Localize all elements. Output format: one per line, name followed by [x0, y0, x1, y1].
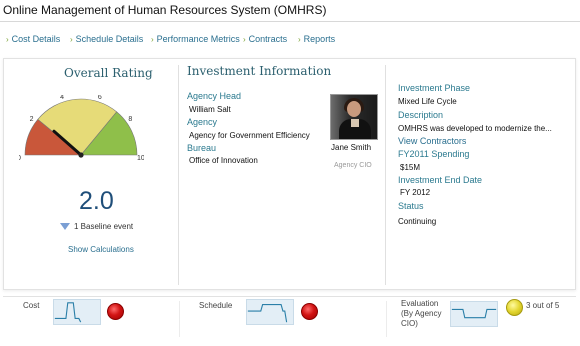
end-date-value: FY 2012	[400, 188, 431, 197]
nav-contracts[interactable]: › Contracts	[243, 34, 287, 44]
evaluation-status-indicator	[506, 299, 523, 316]
triangle-down-icon	[60, 223, 70, 230]
nav-reports-label[interactable]: Reports	[304, 34, 336, 44]
overall-rating-value: 2.0	[79, 187, 114, 215]
schedule-status-indicator	[301, 303, 318, 320]
nav-schedule-details-label[interactable]: Schedule Details	[76, 34, 144, 44]
rating-gauge: 0 2 4 6 8 10	[19, 95, 144, 162]
cio-photo	[330, 94, 378, 140]
evaluation-sparkline	[450, 301, 498, 327]
evaluation-label-line-2: (By Agency	[401, 309, 442, 318]
investment-phase-value: Mixed Life Cycle	[398, 97, 457, 106]
agency-head-label: Agency Head	[187, 91, 242, 101]
schedule-sparkline	[246, 299, 294, 325]
end-date-label: Investment End Date	[398, 175, 483, 185]
nav-contracts-label[interactable]: Contracts	[249, 34, 288, 44]
gauge-tick-label: 0	[19, 155, 21, 162]
investment-info-title: Investment Information	[187, 64, 332, 78]
nav-performance-metrics[interactable]: › Performance Metrics	[151, 34, 240, 44]
cio-role: Agency CIO	[334, 162, 372, 169]
cost-label: Cost	[23, 301, 40, 310]
agency-head-value: William Salt	[189, 105, 231, 114]
chevron-right-icon: ›	[6, 35, 9, 44]
bureau-label: Bureau	[187, 143, 217, 153]
agency-value: Agency for Government Efficiency	[189, 131, 310, 140]
status-label: Status	[398, 201, 424, 211]
nav-bar: › Cost Details › Schedule Details › Perform…	[0, 30, 580, 50]
main-panel: Overall Rating 0 2 4 6 8 10 2.0 1 Baseline ev…	[3, 58, 576, 290]
app-title: Online Management of Human Resources Sys…	[3, 3, 327, 17]
spending-label: FY2011 Spending	[398, 149, 470, 159]
chevron-right-icon: ›	[243, 35, 246, 44]
divider	[179, 301, 180, 337]
divider	[385, 65, 386, 285]
gauge-tick-label: 4	[60, 95, 64, 101]
chevron-right-icon: ›	[151, 35, 154, 44]
divider	[386, 301, 387, 337]
agency-label: Agency	[187, 117, 218, 127]
description-label: Description	[398, 110, 444, 120]
nav-schedule-details[interactable]: › Schedule Details	[70, 34, 143, 44]
baseline-event: 1 Baseline event	[60, 222, 133, 231]
evaluation-score: 3 out of 5	[526, 301, 560, 310]
baseline-event-text: 1 Baseline event	[74, 222, 134, 231]
nav-cost-details[interactable]: › Cost Details	[6, 34, 60, 44]
evaluation-label-line-3: CIO)	[401, 319, 418, 328]
summary-bar: Cost Schedule Evaluation (By Agency CIO)…	[3, 296, 576, 340]
gauge-tick-label: 2	[30, 116, 34, 123]
view-contractors-link[interactable]: View Contractors	[398, 136, 466, 146]
gauge-hub	[78, 152, 84, 158]
spending-value: $15M	[400, 163, 421, 172]
gauge-tick-label: 6	[98, 95, 102, 101]
chevron-right-icon: ›	[298, 35, 301, 44]
gauge-tick-label: 8	[128, 116, 132, 123]
cost-status-indicator	[107, 303, 124, 320]
nav-reports[interactable]: › Reports	[298, 34, 335, 44]
evaluation-label-line-1: Evaluation	[401, 299, 439, 308]
investment-phase-label: Investment Phase	[398, 83, 471, 93]
show-calculations-link[interactable]: Show Calculations	[68, 245, 134, 254]
status-value: Continuing	[398, 217, 437, 226]
cio-name: Jane Smith	[331, 143, 372, 152]
nav-performance-metrics-label[interactable]: Performance Metrics	[157, 34, 240, 44]
title-bar: Online Management of Human Resources Sys…	[0, 0, 580, 22]
nav-cost-details-label[interactable]: Cost Details	[12, 34, 61, 44]
gauge-tick-label: 10	[137, 155, 144, 162]
description-value: OMHRS was developed to modernize the...	[398, 124, 552, 133]
chevron-right-icon: ›	[70, 35, 73, 44]
schedule-label: Schedule	[199, 301, 233, 310]
divider	[178, 65, 179, 285]
overall-rating-title: Overall Rating	[64, 66, 153, 80]
bureau-value: Office of Innovation	[189, 156, 258, 165]
cost-sparkline	[53, 299, 101, 325]
